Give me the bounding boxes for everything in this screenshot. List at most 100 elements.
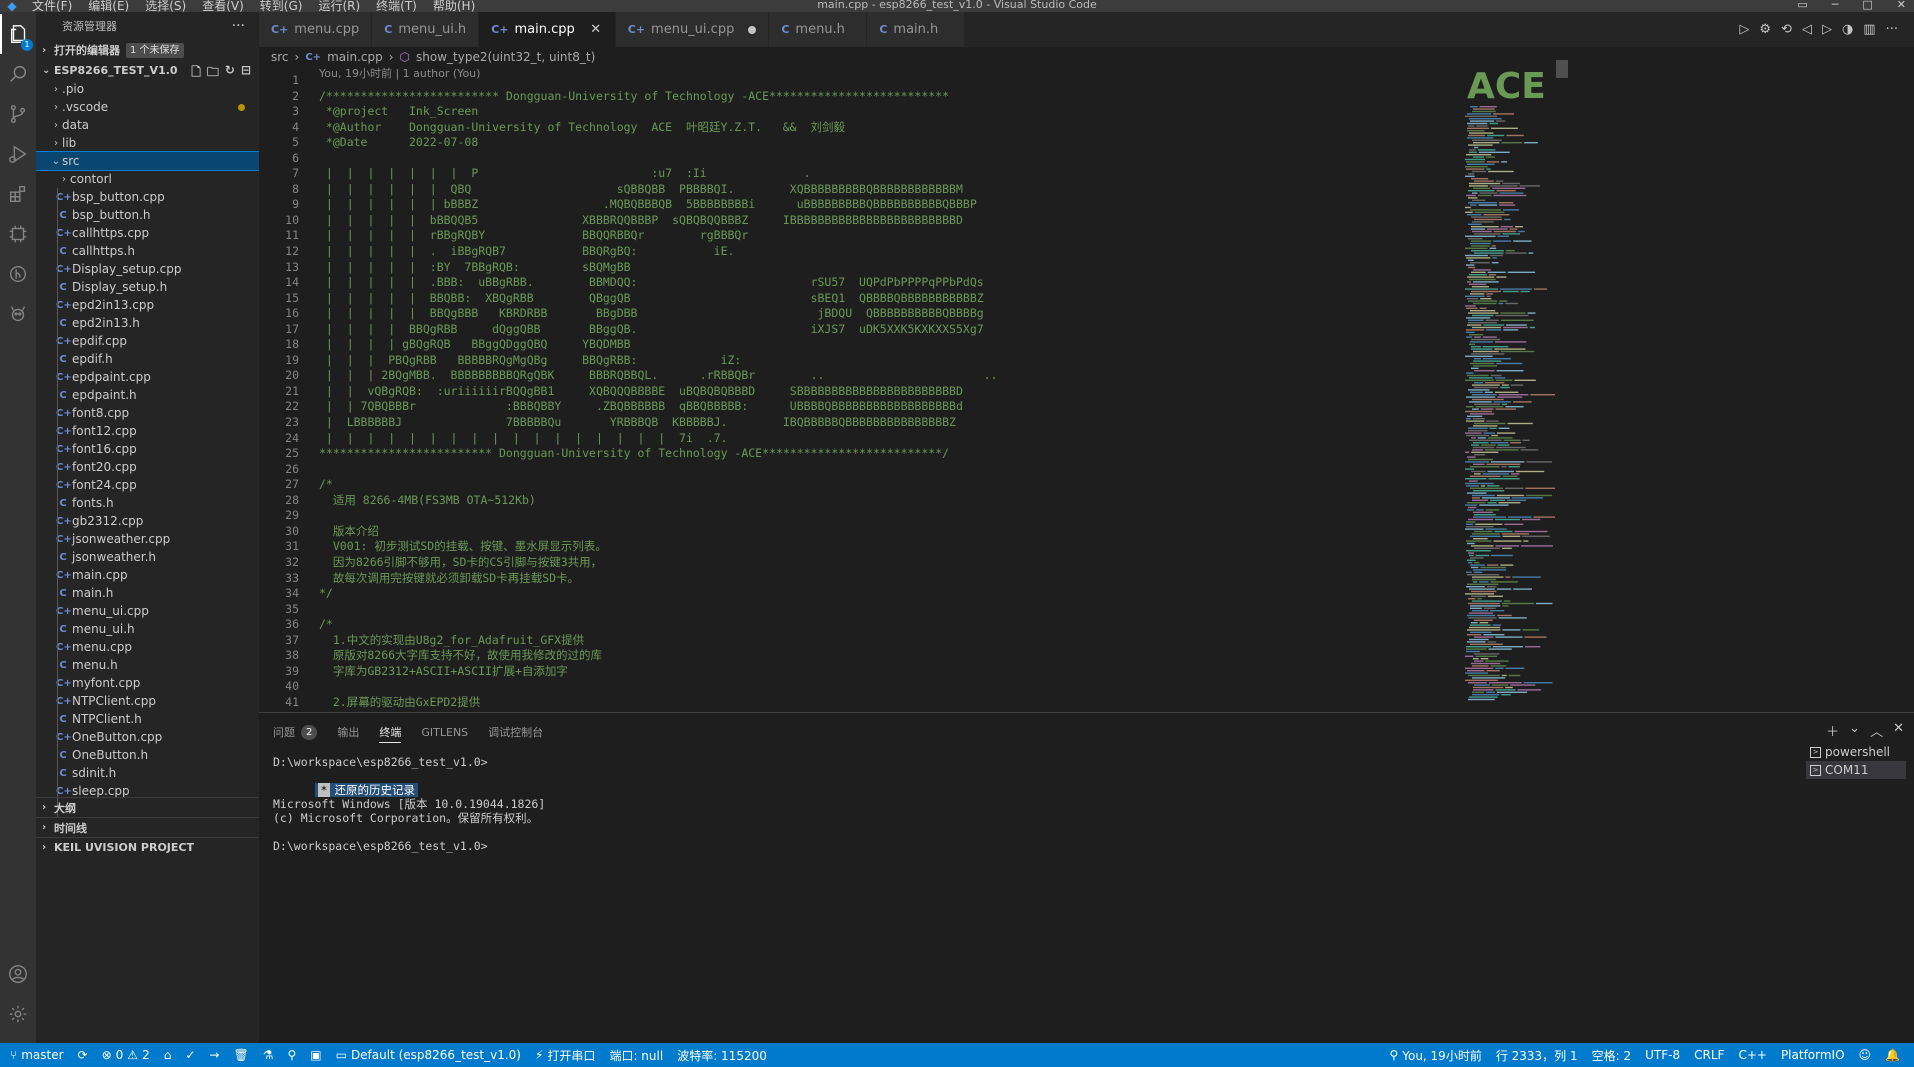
file-item[interactable]: C+ menu_ui.cpp	[36, 602, 259, 620]
breadcrumb-symbol[interactable]: show_type2(uint32_t, uint8_t)	[416, 50, 595, 64]
file-item[interactable]: C+ NTPClient.cpp	[36, 692, 259, 710]
new-terminal-icon[interactable]: ＋	[1826, 721, 1839, 740]
serial-open-item[interactable]: ⚡ 打开串口	[535, 1047, 595, 1064]
panel-tab[interactable]: 输出	[337, 721, 359, 743]
pio-terminal-icon[interactable]: ▣	[310, 1048, 321, 1062]
file-item[interactable]: C+ font20.cpp	[36, 458, 259, 476]
cursor-position[interactable]: 行 2333，列 1	[1496, 1047, 1578, 1064]
search-icon[interactable]	[0, 54, 36, 94]
pio-home-icon[interactable]: ⌂	[164, 1048, 172, 1062]
outline-section[interactable]: › 大纲	[36, 797, 259, 817]
close-window-icon[interactable]: ✕	[1897, 0, 1906, 10]
branch-item[interactable]: ⑂ master	[10, 1048, 64, 1062]
file-item[interactable]: Cepdpaint.h	[36, 386, 259, 404]
minimap[interactable]: ACE	[1463, 60, 1558, 710]
timeline-section[interactable]: › 时间线	[36, 817, 259, 837]
unsaved-dot-icon[interactable]	[748, 25, 757, 34]
breadcrumb-folder[interactable]: src	[271, 50, 289, 64]
file-item[interactable]: Cmenu.h	[36, 656, 259, 674]
timeline-icon[interactable]: ◑	[1842, 22, 1853, 37]
close-tab-icon[interactable]: ✕	[589, 22, 603, 37]
file-item[interactable]: Cepdif.h	[36, 350, 259, 368]
file-item[interactable]: Cmain.h	[36, 584, 259, 602]
maximize-icon[interactable]: □	[1862, 0, 1872, 10]
folder-data[interactable]: › data	[36, 116, 259, 134]
file-item[interactable]: C OneButton.h	[36, 746, 259, 764]
explorer-icon[interactable]: 1	[0, 14, 36, 54]
panel-tab[interactable]: 问题 2	[273, 721, 318, 743]
file-item[interactable]: C+ font24.cpp	[36, 476, 259, 494]
end-of-line[interactable]: CRLF	[1694, 1048, 1724, 1062]
file-item[interactable]: C+ font16.cpp	[36, 440, 259, 458]
settings-icon[interactable]	[0, 994, 36, 1034]
project-section[interactable]: ⌄ ESP8266_TEST_V1.0 🗋 🗀 ↻ ⊟	[36, 60, 259, 80]
sync-icon[interactable]: ⟳	[78, 1048, 88, 1062]
file-item[interactable]: Cepd2in13.h	[36, 314, 259, 332]
file-item[interactable]: C NTPClient.h	[36, 710, 259, 728]
pio-build-icon[interactable]: ✓	[185, 1048, 195, 1062]
folder-pio[interactable]: › .pio	[36, 80, 259, 98]
platformio-icon[interactable]	[0, 214, 36, 254]
accounts-icon[interactable]	[0, 954, 36, 994]
panel-tab[interactable]: 调试控制台	[488, 721, 543, 743]
scrollbar-thumb[interactable]	[1556, 60, 1568, 78]
file-item[interactable]: Cfonts.h	[36, 494, 259, 512]
close-panel-icon[interactable]: ✕	[1893, 721, 1904, 740]
tab-menu-ui-h[interactable]: Cmenu_ui.h	[372, 12, 480, 47]
blame-item[interactable]: ⚲ You, 19小时前	[1389, 1047, 1481, 1064]
file-item[interactable]: C+ epd2in13.cpp	[36, 296, 259, 314]
pio-upload-icon[interactable]: →	[209, 1048, 219, 1062]
file-item[interactable]: C+ jsonweather.cpp	[36, 530, 259, 548]
pio-test-icon[interactable]: ⚗	[263, 1048, 274, 1062]
folder-vscode[interactable]: › .vscode	[36, 98, 259, 116]
minimize-icon[interactable]: ─	[1832, 0, 1839, 10]
terminal-item-powershell[interactable]: > powershell	[1806, 743, 1906, 761]
folder-contorl[interactable]: › contorl	[36, 170, 259, 188]
notifications-icon[interactable]: 🔔	[1885, 1048, 1900, 1062]
file-item[interactable]: Ccallhttps.h	[36, 242, 259, 260]
maximize-panel-icon[interactable]: ︿	[1870, 721, 1883, 740]
more-actions-icon[interactable]: ···	[1886, 22, 1898, 37]
problems-item[interactable]: ⊗ 0 ⚠ 2	[102, 1048, 150, 1062]
layout-icon[interactable]: ▭	[1797, 0, 1807, 10]
file-item[interactable]: C Display_setup.h	[36, 278, 259, 296]
breadcrumb-file[interactable]: main.cpp	[327, 50, 383, 64]
platformio-item[interactable]: PlatformIO	[1781, 1048, 1845, 1062]
run-debug-icon[interactable]	[0, 134, 36, 174]
file-item[interactable]: C+ font8.cpp	[36, 404, 259, 422]
open-editors-section[interactable]: › 打开的编辑器 1 个未保存	[36, 40, 259, 60]
more-actions-icon[interactable]: ···	[232, 18, 245, 34]
tab-menu-h[interactable]: Cmenu.h	[769, 12, 868, 47]
pio-clean-icon[interactable]: 🗑	[233, 1048, 248, 1062]
language-mode[interactable]: C++	[1738, 1048, 1767, 1062]
indentation[interactable]: 空格: 2	[1592, 1047, 1632, 1064]
editor-scrollbar[interactable]	[1556, 60, 1568, 710]
file-item[interactable]: C+ epdif.cpp	[36, 332, 259, 350]
file-item[interactable]: C+ font12.cpp	[36, 422, 259, 440]
file-item[interactable]: C+ Display_setup.cpp	[36, 260, 259, 278]
git-prev-icon[interactable]: ◁	[1802, 22, 1812, 37]
tab-main-cpp[interactable]: C+ main.cpp ✕	[479, 12, 616, 47]
git-compare-icon[interactable]: ⟲	[1781, 22, 1792, 37]
panel-tab[interactable]: 终端	[379, 721, 402, 743]
tab-main-h[interactable]: Cmain.h	[867, 12, 966, 47]
folder-lib[interactable]: › lib	[36, 134, 259, 152]
encoding[interactable]: UTF-8	[1645, 1048, 1680, 1062]
port-item[interactable]: 端口: null	[609, 1047, 663, 1064]
git-next-icon[interactable]: ▷	[1822, 22, 1832, 37]
tab-menu-cpp[interactable]: C+ menu.cpp	[259, 12, 373, 47]
file-item[interactable]: Cjsonweather.h	[36, 548, 259, 566]
file-item[interactable]: C+ myfont.cpp	[36, 674, 259, 692]
file-item[interactable]: C+ bsp_button.cpp	[36, 188, 259, 206]
file-item[interactable]: C+ gb2312.cpp	[36, 512, 259, 530]
code-editor[interactable]: You, 19小时前 | 1 author (You) 1 2/*********…	[259, 67, 1559, 712]
source-control-icon[interactable]	[0, 94, 36, 134]
platformio-tools-icon[interactable]: ⚙	[1759, 22, 1771, 37]
chevron-down-icon[interactable]: ⌄	[1849, 721, 1860, 740]
gitlens-icon[interactable]	[0, 254, 36, 294]
file-item[interactable]: Csdinit.h	[36, 764, 259, 782]
panel-tab[interactable]: GITLENS	[421, 721, 468, 743]
keil-section[interactable]: › KEIL UVISION PROJECT	[36, 837, 259, 857]
file-item[interactable]: C+ OneButton.cpp	[36, 728, 259, 746]
env-item[interactable]: ▭ Default (esp8266_test_v1.0)	[336, 1048, 521, 1062]
